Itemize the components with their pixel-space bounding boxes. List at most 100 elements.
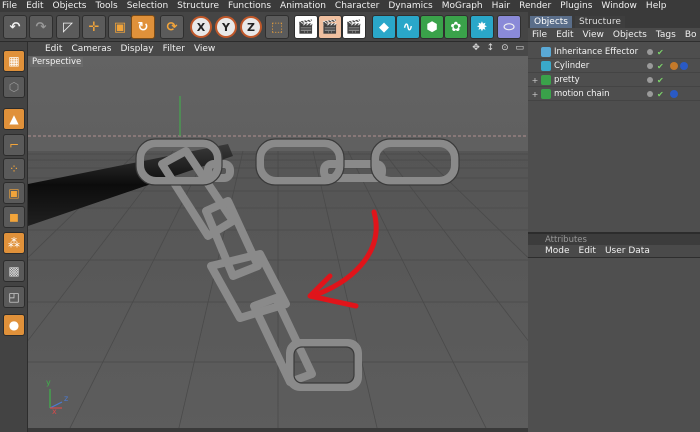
- perspective-viewport[interactable]: Perspective y z x: [28, 56, 528, 432]
- nurbs-icon[interactable]: ⬢: [420, 15, 444, 39]
- object-name[interactable]: pretty: [554, 75, 647, 85]
- workplane-icon[interactable]: ◰: [3, 286, 25, 308]
- sculpt-icon[interactable]: ●: [3, 314, 25, 336]
- attr-menu-mode[interactable]: Mode: [545, 246, 570, 256]
- viewport-nav-controls[interactable]: ✥ ↕ ⊙ ▭: [472, 43, 526, 53]
- viewport-menu: Edit Cameras Display Filter View: [28, 42, 528, 56]
- attributes-title: Attributes: [528, 234, 700, 245]
- vp-menu-display[interactable]: Display: [120, 44, 153, 54]
- visibility-dots-icon[interactable]: [647, 49, 653, 55]
- object-name[interactable]: motion chain: [554, 89, 647, 99]
- menu-structure[interactable]: Structure: [177, 1, 219, 11]
- om-menu-view[interactable]: View: [583, 30, 604, 40]
- tab-structure[interactable]: Structure: [575, 16, 625, 28]
- viewport-scene[interactable]: [28, 56, 528, 432]
- object-row[interactable]: Inheritance Effector ✔: [528, 46, 700, 59]
- menu-hair[interactable]: Hair: [492, 1, 510, 11]
- material-tag-icon[interactable]: [669, 90, 678, 98]
- menu-animation[interactable]: Animation: [280, 1, 326, 11]
- z-axis-icon[interactable]: Z: [240, 16, 262, 38]
- x-axis-icon[interactable]: X: [190, 16, 212, 38]
- object-mode-icon[interactable]: ▲: [3, 108, 25, 130]
- viewport-title: Perspective: [30, 57, 84, 67]
- timeline-strip[interactable]: [28, 428, 528, 432]
- recent-icon[interactable]: ⟳: [160, 15, 184, 39]
- render-view-icon[interactable]: 🎬: [294, 15, 318, 39]
- object-row[interactable]: + pretty ✔: [528, 74, 700, 87]
- null-object-icon: [541, 75, 551, 85]
- object-name[interactable]: Inheritance Effector: [554, 47, 647, 57]
- attr-menu-user-data[interactable]: User Data: [605, 246, 650, 256]
- render-settings-icon[interactable]: 🎬: [342, 15, 366, 39]
- vp-menu-filter[interactable]: Filter: [163, 44, 185, 54]
- live-select-icon[interactable]: ◸: [56, 15, 80, 39]
- attr-menu-edit[interactable]: Edit: [579, 246, 596, 256]
- menu-dynamics[interactable]: Dynamics: [388, 1, 432, 11]
- vp-menu-edit[interactable]: Edit: [45, 44, 62, 54]
- model-mode-icon[interactable]: ▦: [3, 50, 25, 72]
- object-row[interactable]: Cylinder ✔: [528, 60, 700, 73]
- menu-file[interactable]: File: [2, 1, 17, 11]
- array-icon[interactable]: ✿: [444, 15, 468, 39]
- world-coords-icon[interactable]: ⬚: [265, 15, 289, 39]
- object-manager-menu: File Edit View Objects Tags Bo: [528, 28, 700, 42]
- menu-objects[interactable]: Objects: [53, 1, 87, 11]
- deformer-icon[interactable]: ✸: [470, 15, 494, 39]
- menu-help[interactable]: Help: [646, 1, 667, 11]
- expand-toggle[interactable]: +: [531, 76, 539, 85]
- points-mode-icon[interactable]: ⁘: [3, 158, 25, 180]
- enabled-check-icon[interactable]: ✔: [657, 90, 664, 99]
- menu-edit[interactable]: Edit: [26, 1, 43, 11]
- om-menu-edit[interactable]: Edit: [556, 30, 573, 40]
- texture-mode-icon[interactable]: ⬡: [3, 76, 25, 98]
- cube-icon[interactable]: ◆: [372, 15, 396, 39]
- attributes-menu: Mode Edit User Data: [528, 245, 700, 258]
- visibility-dots-icon[interactable]: [647, 91, 653, 97]
- tweak-mode-icon[interactable]: ⁂: [3, 232, 25, 254]
- edges-mode-icon[interactable]: ▣: [3, 182, 25, 204]
- scale-icon[interactable]: ▣: [108, 15, 132, 39]
- vp-menu-view[interactable]: View: [194, 44, 215, 54]
- material-tag-icon[interactable]: [669, 62, 678, 70]
- render-picture-viewer-icon[interactable]: 🎬: [318, 15, 342, 39]
- undo-icon[interactable]: ↶: [3, 15, 27, 39]
- enabled-check-icon[interactable]: ✔: [657, 62, 664, 71]
- null-object-icon: [541, 89, 551, 99]
- om-menu-file[interactable]: File: [532, 30, 547, 40]
- redo-icon[interactable]: ↷: [29, 15, 53, 39]
- polygons-mode-icon[interactable]: ◼: [3, 206, 25, 228]
- menu-mograph[interactable]: MoGraph: [442, 1, 483, 11]
- menu-functions[interactable]: Functions: [228, 1, 271, 11]
- om-menu-objects[interactable]: Objects: [613, 30, 647, 40]
- tab-objects[interactable]: Objects: [530, 16, 573, 28]
- enabled-check-icon[interactable]: ✔: [657, 48, 664, 57]
- object-manager-tabs: Objects Structure: [528, 12, 700, 28]
- menu-character[interactable]: Character: [335, 1, 379, 11]
- object-row[interactable]: + motion chain ✔: [528, 88, 700, 101]
- main-toolbar: ↶ ↷ ◸ ✛ ▣ ↻ ⟳ X Y Z ⬚ 🎬 🎬 🎬 ◆ ∿ ⬢ ✿ ✸ ⬭: [0, 12, 528, 42]
- om-menu-bookmarks[interactable]: Bo: [685, 30, 697, 40]
- menu-window[interactable]: Window: [601, 1, 637, 11]
- menu-render[interactable]: Render: [519, 1, 551, 11]
- expand-toggle[interactable]: +: [531, 90, 539, 99]
- axis-x-label: x: [52, 407, 57, 416]
- spline-icon[interactable]: ∿: [396, 15, 420, 39]
- move-icon[interactable]: ✛: [82, 15, 106, 39]
- visibility-dots-icon[interactable]: [647, 77, 653, 83]
- menu-plugins[interactable]: Plugins: [560, 1, 592, 11]
- texture-tag-icon[interactable]: [679, 62, 688, 70]
- rotate-icon[interactable]: ↻: [131, 15, 155, 39]
- attributes-body: [528, 258, 700, 432]
- snap-icon[interactable]: ▩: [3, 260, 25, 282]
- menu-selection[interactable]: Selection: [127, 1, 168, 11]
- enabled-check-icon[interactable]: ✔: [657, 76, 664, 85]
- vp-menu-cameras[interactable]: Cameras: [71, 44, 111, 54]
- om-menu-tags[interactable]: Tags: [656, 30, 676, 40]
- visibility-dots-icon[interactable]: [647, 63, 653, 69]
- object-name[interactable]: Cylinder: [554, 61, 647, 71]
- menu-tools[interactable]: Tools: [96, 1, 118, 11]
- scene-icon[interactable]: ⬭: [497, 15, 521, 39]
- axis-mode-icon[interactable]: ⌐: [3, 134, 25, 156]
- y-axis-icon[interactable]: Y: [215, 16, 237, 38]
- z-axis-label: Z: [247, 20, 255, 34]
